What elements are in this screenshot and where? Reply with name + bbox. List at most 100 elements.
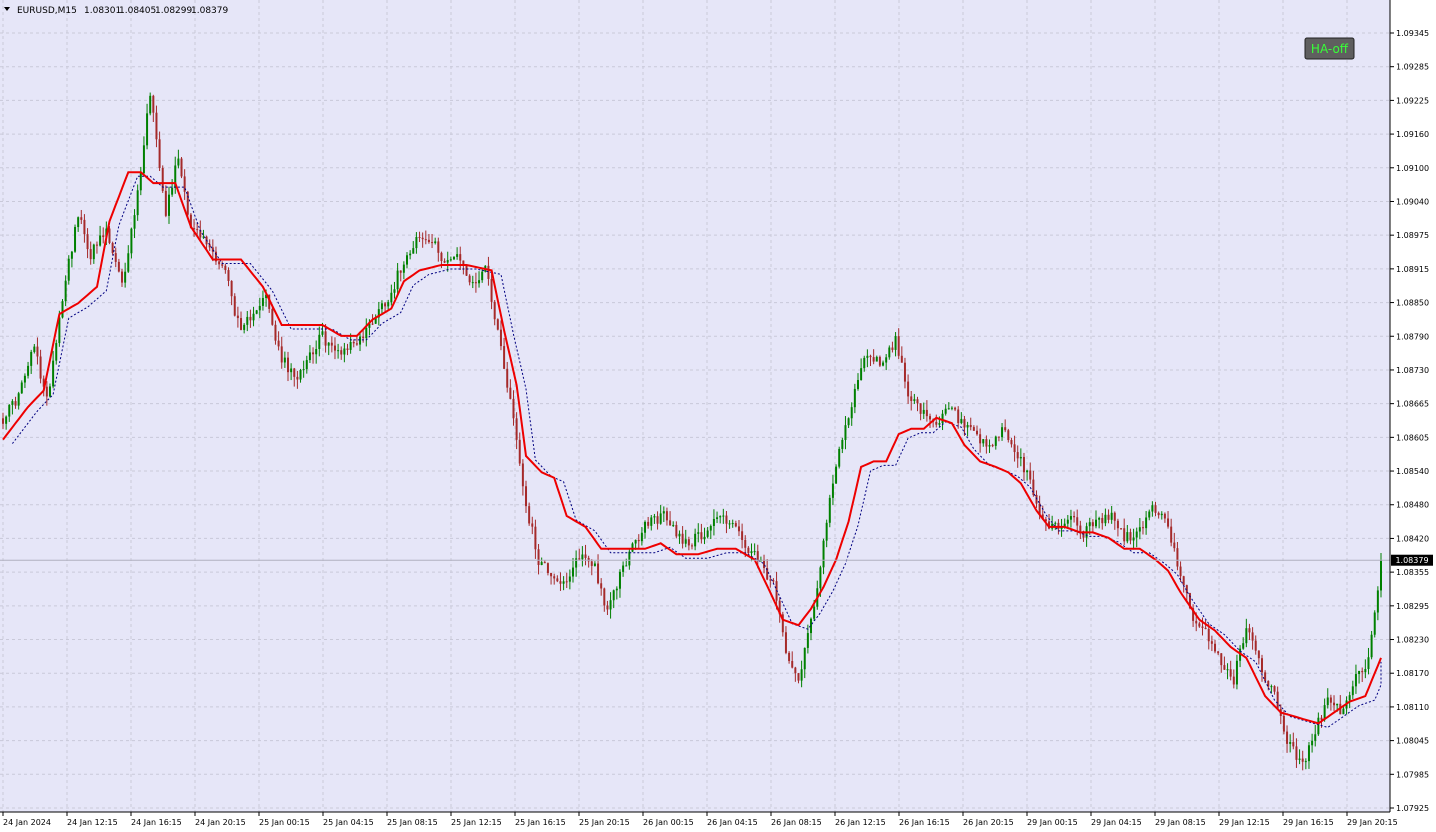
candle-body (954, 407, 957, 410)
candle-body (935, 421, 938, 425)
candle-body (910, 396, 913, 401)
candle-body (656, 516, 659, 524)
candle-body (697, 532, 700, 534)
candle-body (1054, 522, 1057, 524)
candle-body (468, 275, 471, 283)
candle-body (1317, 717, 1320, 735)
candle-body (362, 336, 365, 339)
candle-body (543, 562, 546, 564)
candle-body (919, 403, 922, 414)
candle-body (665, 511, 668, 521)
candle-body (1336, 703, 1339, 706)
candle-body (1217, 651, 1220, 654)
candle-body (925, 409, 928, 417)
candle-body (393, 289, 396, 293)
candle-body (399, 270, 402, 273)
candle-body (916, 399, 919, 404)
candle-body (1260, 658, 1263, 673)
ha-toggle-button[interactable]: HA-off (1304, 37, 1355, 60)
candle-body (606, 605, 609, 610)
candle-body (593, 563, 596, 566)
candle-body (534, 526, 537, 550)
candle-body (731, 523, 734, 525)
price-tick-label: 1.08540 (1396, 467, 1429, 476)
price-tick-label: 1.09160 (1396, 130, 1429, 139)
candle-body (929, 416, 932, 420)
candle-body (1354, 674, 1357, 687)
price-tick-label: 1.07925 (1396, 804, 1429, 813)
candle-body (716, 517, 719, 519)
price-tick-label: 1.07985 (1396, 770, 1429, 779)
candle-body (1145, 517, 1148, 529)
price-chart[interactable]: 1.09345 1.09285 1.09225 1.09160 1.09100 1.090… (0, 0, 1436, 832)
candle-body (831, 483, 834, 498)
candle-body (8, 404, 11, 417)
candle-body (246, 316, 249, 325)
candle-body (1264, 672, 1267, 681)
candle-body (30, 351, 33, 366)
candle-body (89, 249, 92, 260)
candle-body (302, 369, 305, 371)
candle-body (994, 436, 997, 446)
candle-body (559, 581, 562, 584)
time-tick-label: 26 Jan 04:15 (707, 818, 758, 827)
candle-body (1361, 670, 1364, 673)
candle-body (675, 524, 678, 537)
candle-body (803, 647, 806, 670)
plot-area[interactable] (0, 0, 1390, 812)
candle-body (490, 278, 493, 302)
candle-body (525, 486, 528, 507)
ha-button-label[interactable]: HA-off (1311, 42, 1349, 56)
candle-body (747, 547, 750, 554)
candle-body (1151, 505, 1154, 512)
candle-body (528, 506, 531, 524)
candle-body (186, 191, 189, 215)
candle-body (1358, 670, 1361, 675)
candle-body (888, 347, 891, 358)
candle-body (703, 536, 706, 540)
candle-body (900, 355, 903, 363)
candle-body (402, 264, 405, 273)
time-tick-label: 24 Jan 20:15 (195, 818, 246, 827)
candle-body (224, 265, 227, 271)
price-tick-label: 1.09100 (1396, 164, 1429, 173)
candle-body (449, 259, 452, 261)
candle-body (431, 242, 434, 244)
candle-body (243, 324, 246, 330)
price-tick-label: 1.08230 (1396, 636, 1429, 645)
candle-body (1289, 742, 1292, 744)
time-tick-label: 24 Jan 2024 (3, 818, 51, 827)
candle-body (418, 236, 421, 238)
candle-body (196, 229, 199, 231)
candle-body (856, 380, 859, 389)
candle-body (518, 439, 521, 464)
high-value: 1.08405 (119, 6, 156, 16)
candle-body (158, 139, 161, 168)
candle-body (1367, 657, 1370, 670)
candle-body (1251, 632, 1254, 641)
time-tick-label: 25 Jan 16:15 (515, 818, 566, 827)
candle-body (1176, 548, 1179, 567)
candle-body (1016, 452, 1019, 459)
candle-body (875, 356, 878, 362)
price-tick-label: 1.08045 (1396, 737, 1429, 746)
candle-body (406, 255, 409, 265)
candle-body (452, 256, 455, 260)
candle-body (797, 673, 800, 681)
candle-body (1292, 742, 1295, 747)
candle-body (806, 633, 809, 648)
candle-body (36, 346, 39, 357)
candle (149, 92, 152, 116)
price-tick-label: 1.08850 (1396, 299, 1429, 308)
candle-body (734, 523, 737, 527)
candle-body (365, 327, 368, 339)
candle-body (1101, 517, 1104, 524)
candle-body (509, 387, 512, 399)
candle-body (1282, 715, 1285, 732)
candle-body (233, 296, 236, 316)
price-tick-label: 1.08110 (1396, 703, 1429, 712)
candle-body (318, 334, 321, 350)
candle-body (1320, 717, 1323, 720)
candle-body (421, 237, 424, 240)
candle-body (1232, 676, 1235, 685)
